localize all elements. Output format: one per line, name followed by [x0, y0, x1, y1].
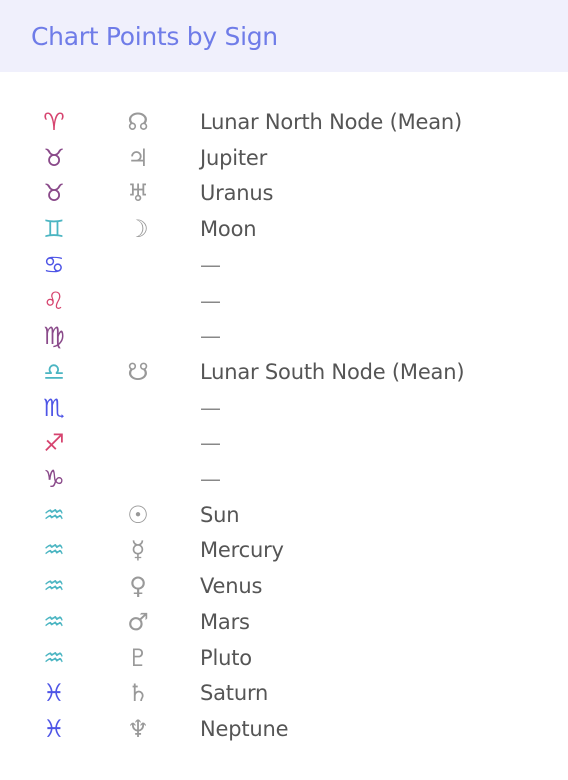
virgo-sign-icon: ♍	[43, 322, 65, 351]
libra-sign-icon: ♎	[43, 357, 65, 386]
aquarius-sign-icon: ♒	[43, 643, 65, 672]
point-name: Lunar South Node (Mean)	[200, 359, 465, 384]
pisces-sign-icon: ♓	[43, 679, 65, 708]
list-item: ♒ ♂ Mars	[0, 608, 568, 658]
list-item: ♈ ☊ Lunar North Node (Mean)	[0, 108, 568, 158]
saturn-icon: ♄	[127, 679, 149, 708]
taurus-sign-icon: ♉	[43, 143, 65, 172]
list-item: ♓ ♆ Neptune	[0, 715, 568, 765]
point-name: Mars	[200, 609, 250, 634]
point-name: Sun	[200, 502, 240, 527]
leo-sign-icon: ♌	[43, 286, 65, 315]
point-name: —	[200, 467, 221, 491]
venus-icon: ♀	[129, 572, 147, 601]
list-item: ♏ —	[0, 394, 568, 444]
point-name: Mercury	[200, 538, 284, 563]
sun-icon: ☉	[127, 500, 149, 529]
list-item: ♌ —	[0, 287, 568, 337]
list-item: ♐ —	[0, 429, 568, 479]
moon-icon: ☽	[127, 215, 149, 244]
point-name: —	[200, 324, 221, 349]
sagittarius-sign-icon: ♐	[43, 429, 65, 458]
list-item: ♒ ☉ Sun	[0, 501, 568, 551]
point-name: Jupiter	[200, 145, 268, 170]
point-name: —	[200, 431, 221, 456]
point-name: —	[200, 395, 221, 420]
list-item: ♒ ♇ Pluto	[0, 644, 568, 694]
scorpio-sign-icon: ♏	[43, 393, 65, 422]
list-item: ♉ ♃ Jupiter	[0, 144, 568, 194]
capricorn-sign-icon: ♑	[43, 465, 65, 493]
point-name: —	[200, 252, 221, 277]
jupiter-icon: ♃	[127, 143, 149, 172]
point-name: Venus	[200, 574, 263, 599]
list-item: ♋ —	[0, 251, 568, 301]
point-name: —	[200, 288, 221, 313]
gemini-sign-icon: ♊	[43, 215, 65, 244]
neptune-icon: ♆	[127, 714, 149, 743]
list-item: ♑ —	[0, 465, 568, 515]
south-node-icon: ☋	[127, 357, 149, 386]
pisces-sign-icon: ♓	[43, 714, 65, 743]
chart-points-list: ♈ ☊ Lunar North Node (Mean) ♉ ♃ Jupiter ♉ ♅ Uran…	[0, 72, 568, 743]
list-item: ♊ ☽ Moon	[0, 215, 568, 265]
point-name: Moon	[200, 217, 257, 242]
panel-title: Chart Points by Sign	[31, 22, 278, 51]
point-name: Saturn	[200, 681, 269, 706]
mars-icon: ♂	[127, 607, 149, 636]
taurus-sign-icon: ♉	[43, 179, 65, 208]
point-name: Lunar North Node (Mean)	[200, 110, 463, 134]
panel-header: Chart Points by Sign	[0, 0, 568, 72]
point-name: Neptune	[200, 716, 289, 741]
cancer-sign-icon: ♋	[43, 250, 65, 279]
mercury-icon: ☿	[130, 536, 146, 565]
pluto-icon: ♇	[127, 643, 149, 672]
aries-sign-icon: ♈	[43, 108, 65, 136]
list-item: ♒ ♀ Venus	[0, 572, 568, 622]
north-node-icon: ☊	[127, 108, 149, 136]
list-item: ♎ ☋ Lunar South Node (Mean)	[0, 358, 568, 408]
point-name: Pluto	[200, 645, 252, 670]
aquarius-sign-icon: ♒	[43, 500, 65, 529]
aquarius-sign-icon: ♒	[43, 536, 65, 565]
aquarius-sign-icon: ♒	[43, 607, 65, 636]
list-item: ♒ ☿ Mercury	[0, 536, 568, 586]
aquarius-sign-icon: ♒	[43, 572, 65, 601]
uranus-icon: ♅	[127, 179, 149, 208]
point-name: Uranus	[200, 181, 274, 206]
list-item: ♉ ♅ Uranus	[0, 179, 568, 229]
